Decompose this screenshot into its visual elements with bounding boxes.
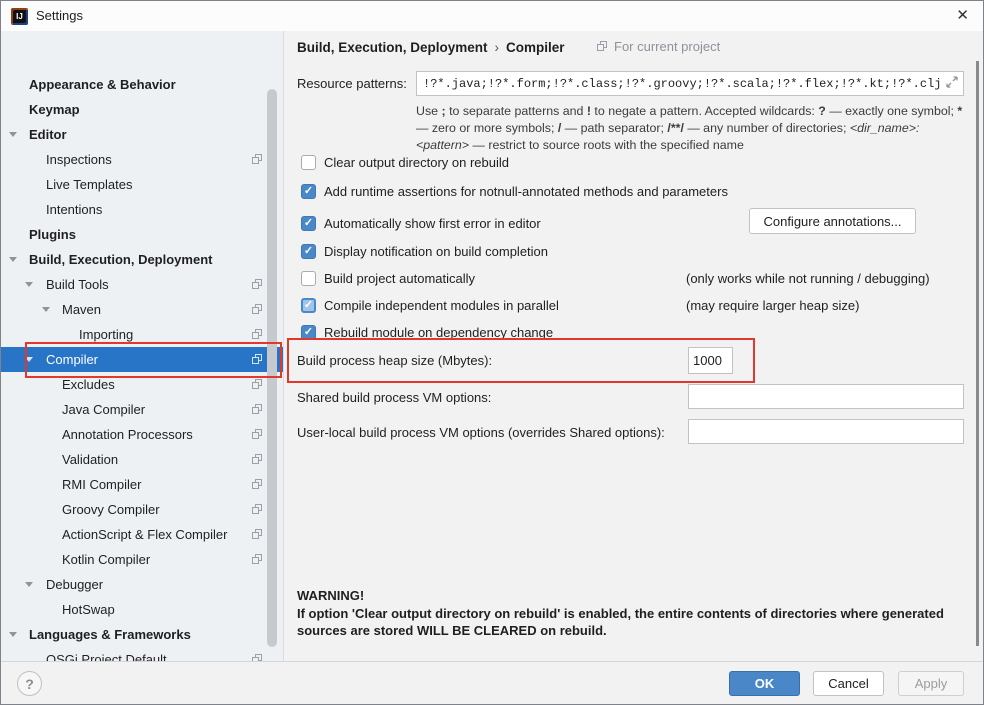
heap-size-input[interactable]	[688, 347, 733, 374]
copy-settings-icon	[251, 503, 264, 516]
main-scrollbar[interactable]	[976, 61, 979, 646]
chevron-down-icon[interactable]	[25, 357, 33, 362]
chevron-down-icon[interactable]	[9, 257, 17, 262]
note-compile-parallel: (may require larger heap size)	[686, 298, 859, 313]
heap-size-label: Build process heap size (Mbytes):	[297, 353, 492, 368]
checkbox-checked-icon[interactable]	[301, 244, 316, 259]
copy-settings-icon	[251, 478, 264, 491]
sidebar-item-importing[interactable]: Importing	[1, 322, 284, 347]
window-title: Settings	[36, 8, 83, 23]
breadcrumb-compiler[interactable]: Compiler	[506, 40, 565, 55]
sidebar-item-intentions[interactable]: Intentions	[1, 197, 284, 222]
copy-settings-icon	[251, 353, 264, 366]
sidebar-item-appearance-behavior[interactable]: Appearance & Behavior	[1, 72, 284, 97]
close-icon[interactable]: ✕	[956, 7, 969, 25]
cancel-button[interactable]: Cancel	[813, 671, 884, 696]
shared-vm-options-input[interactable]	[688, 384, 964, 409]
compiler-settings-panel: Build, Execution, Deployment › Compiler Fo…	[285, 31, 984, 661]
resource-patterns-label: Resource patterns:	[297, 76, 407, 91]
ok-button[interactable]: OK	[729, 671, 800, 696]
sidebar-item-rmi-compiler[interactable]: RMI Compiler	[1, 472, 284, 497]
checkbox-checked-icon[interactable]	[301, 216, 316, 231]
sidebar-item-live-templates[interactable]: Live Templates	[1, 172, 284, 197]
checkbox-compile-parallel[interactable]: Compile independent modules in parallel	[301, 295, 559, 315]
sidebar-item-annotation-processors[interactable]: Annotation Processors	[1, 422, 284, 447]
copy-settings-icon	[251, 403, 264, 416]
checkbox-checked-icon[interactable]	[301, 325, 316, 340]
breadcrumb-build-execution-deployment[interactable]: Build, Execution, Deployment	[297, 40, 488, 55]
sidebar-item-plugins[interactable]: Plugins	[1, 222, 284, 247]
copy-settings-icon	[251, 553, 264, 566]
sidebar-item-hotswap[interactable]: HotSwap	[1, 597, 284, 622]
chevron-down-icon[interactable]	[9, 132, 17, 137]
sidebar-item-inspections[interactable]: Inspections	[1, 147, 284, 172]
sidebar-item-java-compiler[interactable]: Java Compiler	[1, 397, 284, 422]
configure-annotations-button[interactable]: Configure annotations...	[749, 208, 916, 234]
checkbox-checked-icon[interactable]	[301, 184, 316, 199]
sidebar-item-excludes[interactable]: Excludes	[1, 372, 284, 397]
copy-settings-icon	[251, 303, 264, 316]
sidebar-item-build-execution-deployment[interactable]: Build, Execution, Deployment	[1, 247, 284, 272]
for-current-project-icon	[596, 40, 609, 53]
copy-settings-icon	[251, 153, 264, 166]
breadcrumb-separator: ›	[495, 40, 500, 55]
settings-tree: Appearance & Behavior Keymap Editor Insp…	[1, 31, 284, 661]
settings-dialog: IJ Settings ✕ ✕ Appearance & Behavior Ke…	[0, 0, 984, 705]
checkbox-build-project-automatically[interactable]: Build project automatically	[301, 268, 475, 288]
copy-settings-icon	[251, 528, 264, 541]
checkbox-display-notification[interactable]: Display notification on build completion	[301, 241, 548, 261]
sidebar-item-kotlin-compiler[interactable]: Kotlin Compiler	[1, 547, 284, 572]
checkbox-unchecked-icon[interactable]	[301, 155, 316, 170]
intellij-logo-icon: IJ	[11, 8, 28, 25]
user-vm-options-input[interactable]	[688, 419, 964, 444]
copy-settings-icon	[251, 378, 264, 391]
chevron-down-icon[interactable]	[42, 307, 50, 312]
sidebar-item-osgi-project-default[interactable]: OSGi Project Default	[1, 647, 284, 661]
sidebar-item-maven[interactable]: Maven	[1, 297, 284, 322]
title-bar: IJ Settings ✕	[1, 1, 983, 31]
sidebar-item-build-tools[interactable]: Build Tools	[1, 272, 284, 297]
expand-field-icon[interactable]	[945, 75, 959, 89]
warning-text: WARNING! If option 'Clear output directo…	[297, 587, 944, 640]
sidebar-item-languages-frameworks[interactable]: Languages & Frameworks	[1, 622, 284, 647]
scope-label: For current project	[596, 38, 720, 54]
copy-settings-icon	[251, 653, 264, 661]
sidebar-item-validation[interactable]: Validation	[1, 447, 284, 472]
checkbox-unchecked-icon[interactable]	[301, 271, 316, 286]
checkbox-add-runtime-assertions[interactable]: Add runtime assertions for notnull-annot…	[301, 181, 728, 201]
sidebar-item-debugger[interactable]: Debugger	[1, 572, 284, 597]
shared-vm-options-label: Shared build process VM options:	[297, 390, 491, 405]
apply-button[interactable]: Apply	[898, 671, 964, 696]
copy-settings-icon	[251, 328, 264, 341]
help-button[interactable]: ?	[17, 671, 42, 696]
note-build-automatically: (only works while not running / debuggin…	[686, 271, 930, 286]
checkbox-checked-highlighted-icon[interactable]	[301, 298, 316, 313]
chevron-down-icon[interactable]	[9, 632, 17, 637]
sidebar-item-keymap[interactable]: Keymap	[1, 97, 284, 122]
sidebar-item-compiler[interactable]: Compiler	[1, 347, 284, 372]
chevron-down-icon[interactable]	[25, 282, 33, 287]
sidebar-scrollbar[interactable]	[267, 89, 277, 647]
sidebar-item-actionscript-flex-compiler[interactable]: ActionScript & Flex Compiler	[1, 522, 284, 547]
breadcrumb: Build, Execution, Deployment › Compiler	[297, 40, 565, 55]
copy-settings-icon	[251, 278, 264, 291]
checkbox-show-first-error[interactable]: Automatically show first error in editor	[301, 213, 541, 233]
copy-settings-icon	[251, 453, 264, 466]
resource-patterns-help: Use ; to separate patterns and ! to nega…	[416, 103, 968, 154]
chevron-down-icon[interactable]	[25, 582, 33, 587]
sidebar-item-groovy-compiler[interactable]: Groovy Compiler	[1, 497, 284, 522]
sidebar-item-editor[interactable]: Editor	[1, 122, 284, 147]
user-vm-options-label: User-local build process VM options (ove…	[297, 425, 665, 440]
checkbox-rebuild-on-dependency-change[interactable]: Rebuild module on dependency change	[301, 322, 553, 342]
resource-patterns-input[interactable]	[416, 71, 964, 96]
checkbox-clear-output-directory[interactable]: Clear output directory on rebuild	[301, 152, 509, 172]
copy-settings-icon	[251, 428, 264, 441]
dialog-footer: ? OK Cancel Apply	[1, 661, 983, 705]
